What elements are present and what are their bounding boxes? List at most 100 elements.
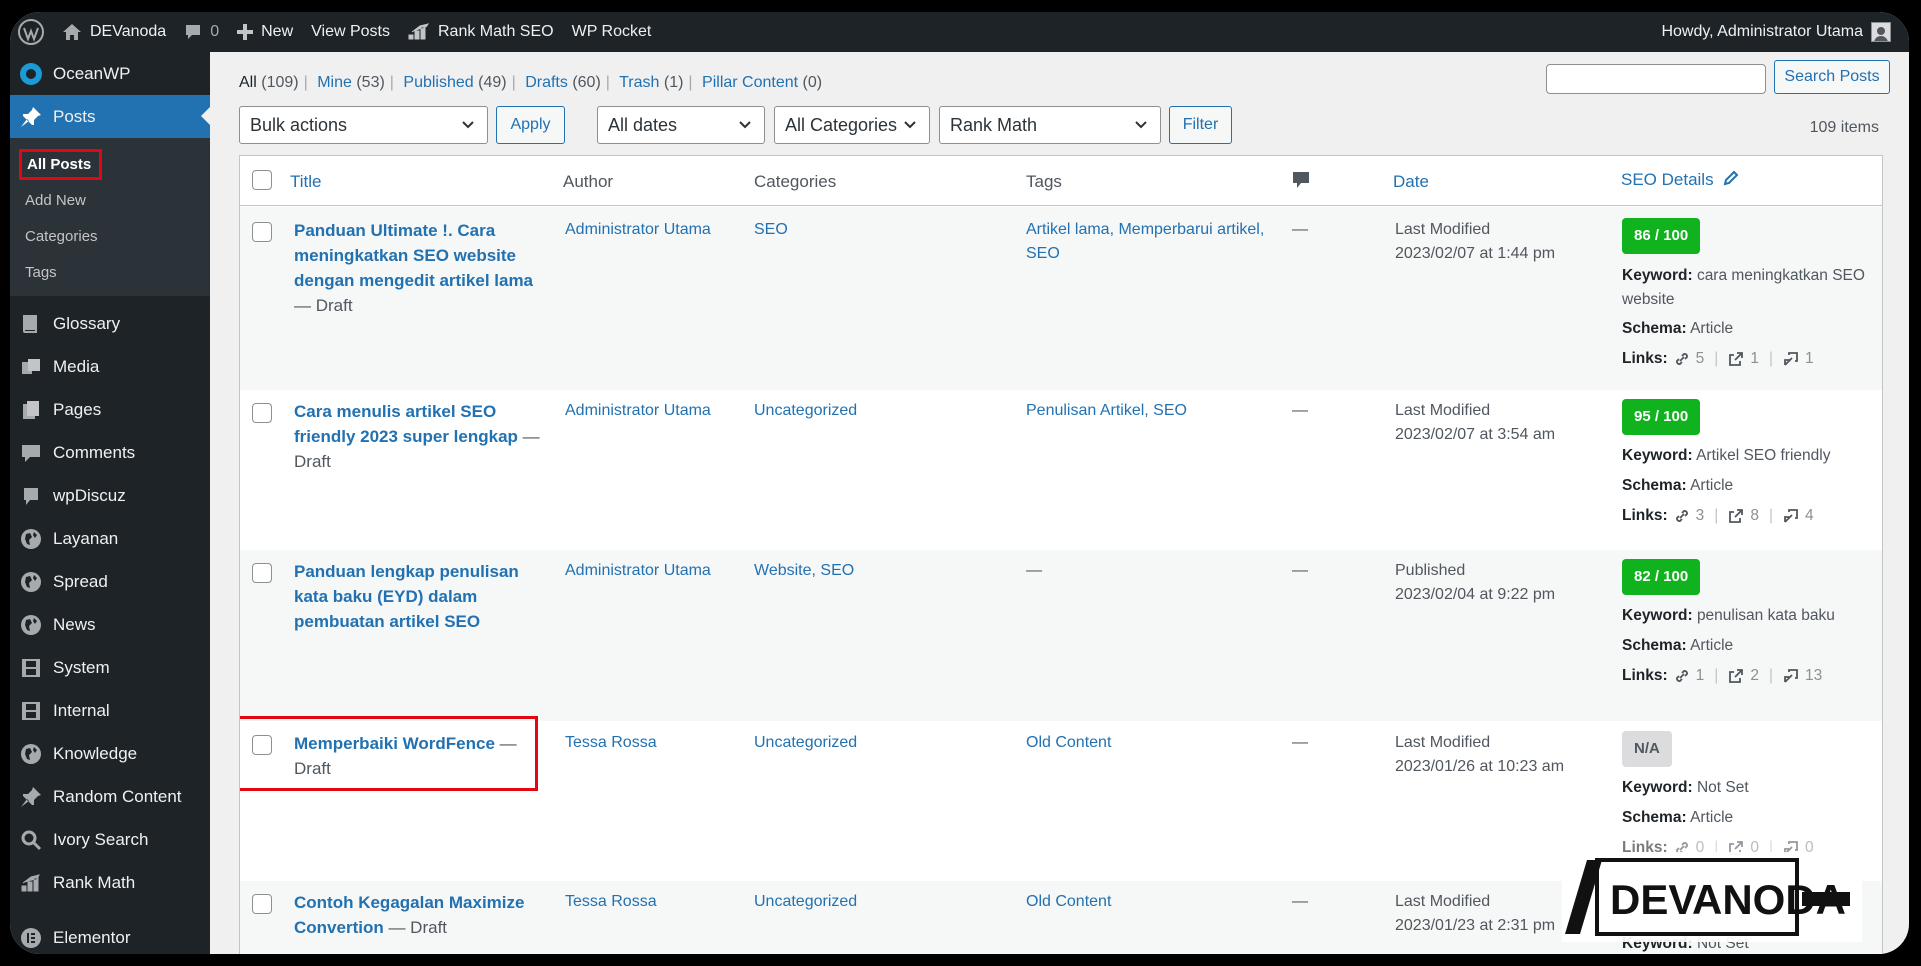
- seo-keyword: Keyword: cara meningkatkan SEO website: [1622, 267, 1865, 308]
- view-posts-label: View Posts: [311, 23, 390, 40]
- post-categories[interactable]: Uncategorized: [754, 890, 984, 914]
- post-title-link[interactable]: Cara menulis artikel SEO friendly 2023 s…: [294, 399, 544, 474]
- post-tags[interactable]: Artikel lama, Memperbarui artikel, SEO: [1026, 218, 1276, 266]
- search-input[interactable]: [1546, 64, 1766, 94]
- bulk-actions-select[interactable]: Bulk actions: [239, 106, 488, 144]
- menu-knowledge[interactable]: Knowledge: [10, 732, 210, 775]
- post-tags[interactable]: Old Content: [1026, 890, 1276, 914]
- menu-media[interactable]: Media: [10, 345, 210, 388]
- post-author-link[interactable]: Tessa Rossa: [565, 890, 735, 914]
- column-date-sort[interactable]: Date: [1393, 172, 1429, 192]
- row-checkbox[interactable]: [252, 563, 272, 583]
- category-filter-select[interactable]: All Categories: [774, 106, 930, 144]
- menu-label: Pages: [53, 399, 102, 419]
- external-link-icon: [1729, 509, 1744, 523]
- seo-header-label: SEO Details: [1621, 170, 1714, 189]
- view-mine[interactable]: Mine (53): [317, 74, 385, 91]
- incoming-link-icon: [1784, 509, 1798, 523]
- post-categories[interactable]: Uncategorized: [754, 399, 984, 423]
- menu-random-content[interactable]: Random Content: [10, 775, 210, 818]
- menu-pages[interactable]: Pages: [10, 388, 210, 431]
- post-categories[interactable]: SEO: [754, 218, 984, 242]
- column-title-sort[interactable]: Title: [290, 172, 322, 192]
- menu-spread[interactable]: Spread: [10, 560, 210, 603]
- post-tags[interactable]: Old Content: [1026, 731, 1276, 755]
- film-icon: [19, 656, 43, 680]
- rank-math-filter-select[interactable]: Rank Math: [939, 106, 1161, 144]
- post-categories[interactable]: Uncategorized: [754, 731, 984, 755]
- menu-posts[interactable]: Posts: [10, 95, 210, 138]
- menu-wpdiscuz[interactable]: wpDiscuz: [10, 474, 210, 517]
- menu-news[interactable]: News: [10, 603, 210, 646]
- menu-ivory-search[interactable]: Ivory Search: [10, 818, 210, 861]
- submenu-categories[interactable]: Categories: [10, 218, 210, 254]
- menu-internal[interactable]: Internal: [10, 689, 210, 732]
- new-content-link[interactable]: New: [228, 12, 302, 52]
- menu-comments[interactable]: Comments: [10, 431, 210, 474]
- select-all-checkbox[interactable]: [252, 170, 272, 190]
- wp-logo-button[interactable]: [10, 12, 53, 52]
- menu-label: Media: [53, 356, 100, 376]
- row-checkbox[interactable]: [252, 894, 272, 914]
- post-author-link[interactable]: Tessa Rossa: [565, 731, 735, 755]
- menu-label: Internal: [53, 700, 110, 720]
- view-published[interactable]: Published (49): [403, 74, 506, 91]
- post-title-link[interactable]: Contoh Kegagalan Maximize Convertion — D…: [294, 890, 544, 940]
- chevron-down-icon: [739, 121, 751, 129]
- date-filter-select[interactable]: All dates: [597, 106, 765, 144]
- menu-label: Glossary: [53, 313, 121, 333]
- site-name-link[interactable]: DEVanoda: [53, 12, 175, 52]
- row-checkbox[interactable]: [252, 403, 272, 423]
- seo-score-badge: N/A: [1622, 731, 1672, 767]
- submenu-all-posts[interactable]: All Posts: [10, 146, 210, 182]
- view-drafts[interactable]: Drafts (60): [525, 74, 601, 91]
- post-categories[interactable]: Website, SEO: [754, 559, 984, 583]
- menu-layanan[interactable]: Layanan: [10, 517, 210, 560]
- submenu-add-new[interactable]: Add New: [10, 182, 210, 218]
- menu-rank-math[interactable]: Rank Math: [10, 861, 210, 904]
- comment-column-icon[interactable]: [1292, 171, 1310, 191]
- post-comments: —: [1292, 562, 1308, 579]
- post-comments: —: [1292, 402, 1308, 419]
- view-posts-link[interactable]: View Posts: [302, 12, 399, 52]
- search-posts-button[interactable]: Search Posts: [1774, 60, 1890, 94]
- post-tags[interactable]: Penulisan Artikel, SEO: [1026, 399, 1276, 423]
- link-icon: [1675, 510, 1688, 522]
- view-pillar-content[interactable]: Pillar Content (0): [702, 74, 822, 91]
- comments-link[interactable]: 0: [175, 12, 228, 52]
- post-title-link[interactable]: Panduan lengkap penulisan kata baku (EYD…: [294, 559, 544, 634]
- column-seo-details[interactable]: SEO Details: [1621, 169, 1740, 190]
- select-value: All Categories: [785, 114, 898, 135]
- apply-button[interactable]: Apply: [496, 106, 565, 144]
- menu-oceanwp[interactable]: OceanWP: [10, 52, 210, 95]
- rank-math-link[interactable]: Rank Math SEO: [399, 12, 563, 52]
- filter-button[interactable]: Filter: [1169, 106, 1232, 144]
- menu-system[interactable]: System: [10, 646, 210, 689]
- post-author-link[interactable]: Administrator Utama: [565, 559, 735, 583]
- comment-icon: [19, 484, 43, 508]
- seo-score-badge: 86 / 100: [1622, 218, 1701, 254]
- view-all[interactable]: All (109): [239, 74, 299, 91]
- my-account-link[interactable]: Howdy, Administrator Utama: [1661, 22, 1909, 42]
- table-row: Cara menulis artikel SEO friendly 2023 s…: [240, 390, 1882, 550]
- items-count: 109 items: [1809, 119, 1879, 136]
- row-checkbox[interactable]: [252, 222, 272, 242]
- menu-elementor[interactable]: Elementor: [10, 916, 210, 954]
- avatar: [1871, 22, 1891, 42]
- submenu-tags[interactable]: Tags: [10, 254, 210, 290]
- wp-rocket-link[interactable]: WP Rocket: [563, 12, 661, 52]
- oceanwp-icon: [19, 62, 43, 86]
- seo-score-badge: 95 / 100: [1622, 399, 1701, 435]
- post-author-link[interactable]: Administrator Utama: [565, 218, 735, 242]
- menu-label: Rank Math: [53, 872, 136, 892]
- seo-links: Links: 1 | 2 | 13: [1622, 667, 1823, 684]
- column-author: Author: [563, 172, 614, 191]
- home-icon: [63, 24, 81, 40]
- menu-glossary[interactable]: Glossary: [10, 302, 210, 345]
- post-title-link[interactable]: Panduan Ultimate !. Cara meningkatkan SE…: [294, 218, 544, 318]
- pencil-icon[interactable]: [1722, 169, 1740, 187]
- admin-sidebar: OceanWP Posts All Posts Add New Categori…: [10, 52, 210, 954]
- post-author-link[interactable]: Administrator Utama: [565, 399, 735, 423]
- select-value: Bulk actions: [250, 114, 348, 135]
- view-trash[interactable]: Trash (1): [619, 74, 683, 91]
